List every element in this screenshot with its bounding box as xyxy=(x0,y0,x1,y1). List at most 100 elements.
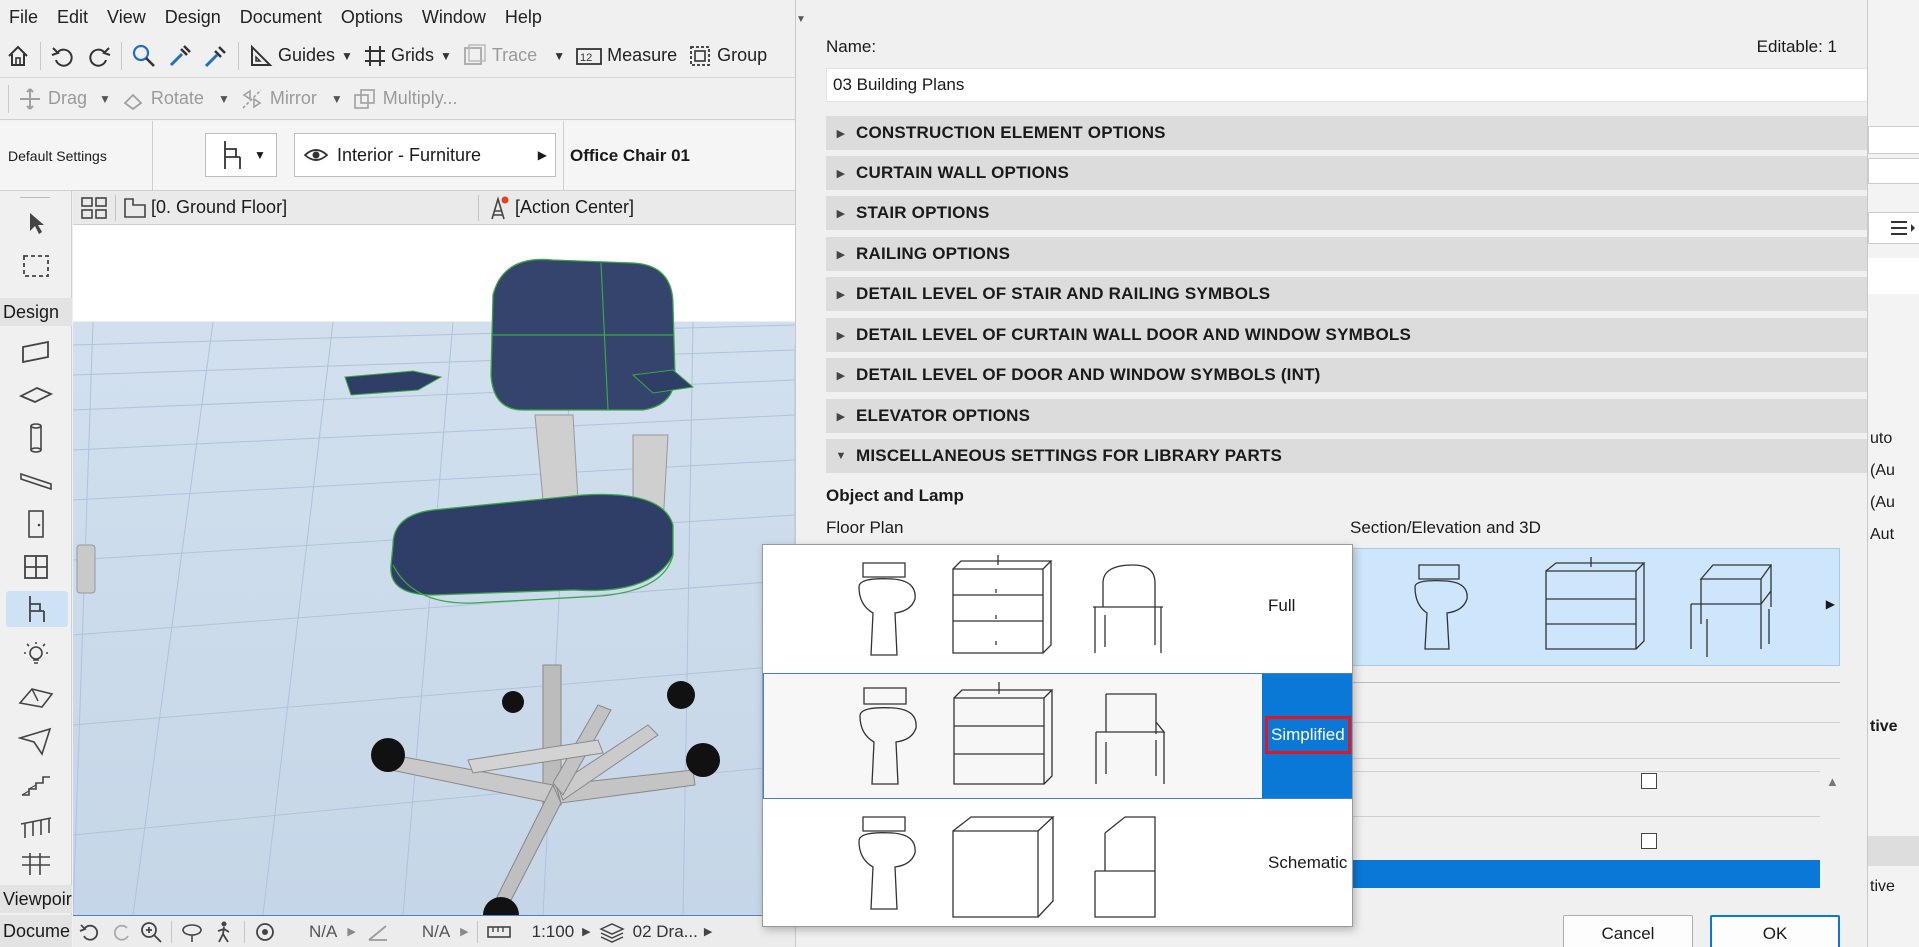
field[interactable] xyxy=(1868,126,1919,154)
trace-icon xyxy=(463,43,486,65)
shell-tool[interactable] xyxy=(16,723,56,759)
undo-button[interactable] xyxy=(45,39,81,73)
section-title: CONSTRUCTION ELEMENT OPTIONS xyxy=(856,123,1166,142)
3d-viewport[interactable] xyxy=(73,225,795,915)
caret-right-icon[interactable]: ▶ xyxy=(460,925,468,938)
group-button[interactable]: Group xyxy=(682,39,772,73)
design-toolbox-label[interactable]: Design xyxy=(0,298,72,326)
section-elevator-options[interactable]: ▶ ELEVATOR OPTIONS xyxy=(826,399,1874,433)
home-button[interactable] xyxy=(0,39,36,73)
guides-button[interactable]: Guides ▼ xyxy=(243,39,358,73)
window-tool[interactable] xyxy=(16,549,56,585)
arrow-tool[interactable] xyxy=(16,205,56,241)
grids-button[interactable]: Grids ▼ xyxy=(358,39,457,73)
redo-button[interactable] xyxy=(81,39,117,73)
menu-options[interactable]: Options xyxy=(341,7,403,28)
option-schematic[interactable]: Schematic xyxy=(763,801,1352,927)
trace-button[interactable]: Trace ▼ xyxy=(457,39,570,73)
lamp-tool[interactable] xyxy=(16,637,56,673)
layer-selector[interactable]: Interior - Furniture ▶ xyxy=(294,133,556,177)
section-title: RAILING OPTIONS xyxy=(856,244,1011,263)
menu-design[interactable]: Design xyxy=(165,7,221,28)
drag-button[interactable]: Drag ▼ xyxy=(13,82,116,116)
syringe-button[interactable] xyxy=(198,39,234,73)
caret-right-icon[interactable]: ▶ xyxy=(1826,597,1835,611)
field[interactable] xyxy=(1868,158,1919,184)
mirror-button[interactable]: Mirror ▼ xyxy=(235,82,348,116)
multiply-button[interactable]: Multiply... xyxy=(348,82,463,116)
orbit-icon[interactable] xyxy=(180,920,204,944)
stair-tool[interactable] xyxy=(16,767,56,803)
redo-zoom-icon[interactable] xyxy=(109,920,133,944)
roof-tool[interactable] xyxy=(16,377,56,413)
section-elevation-preview[interactable]: ▶ xyxy=(1350,548,1840,666)
caret-right-icon[interactable]: ▶ xyxy=(582,925,590,938)
scroll-up-icon[interactable]: ▲ xyxy=(1826,774,1839,789)
menu-document[interactable]: Document xyxy=(240,7,322,28)
zoom-in-icon[interactable] xyxy=(139,920,163,944)
mesh-tool[interactable] xyxy=(16,680,56,716)
tab-ground-floor[interactable]: [0. Ground Floor] xyxy=(122,196,472,220)
measure-button[interactable]: 12 Measure xyxy=(570,39,682,73)
railing-tool[interactable] xyxy=(16,810,56,846)
checkbox[interactable] xyxy=(1641,773,1657,789)
section-detail-level-curtain-wall-door-window[interactable]: ▶ DETAIL LEVEL OF CURTAIN WALL DOOR AND W… xyxy=(826,318,1874,352)
section-curtain-wall-options[interactable]: ▶ CURTAIN WALL OPTIONS xyxy=(826,156,1874,190)
ok-button[interactable]: OK xyxy=(1710,915,1840,947)
3d-scene[interactable] xyxy=(73,225,795,915)
walk-icon[interactable] xyxy=(212,920,236,944)
find-select-button[interactable] xyxy=(126,39,162,73)
section-detail-level-door-window-int[interactable]: ▶ DETAIL LEVEL OF DOOR AND WINDOW SYMBOLS… xyxy=(826,358,1874,392)
menu-file[interactable]: File xyxy=(9,7,38,28)
beam-tool[interactable] xyxy=(16,463,56,499)
viewport-handle[interactable] xyxy=(76,544,96,594)
separator xyxy=(1350,722,1840,723)
menu-help[interactable]: Help xyxy=(505,7,542,28)
viewpoint-toolbox-label[interactable]: Viewpoir xyxy=(0,885,72,913)
menu-view[interactable]: View xyxy=(107,7,146,28)
undo-zoom-icon[interactable] xyxy=(79,920,103,944)
object-tool[interactable] xyxy=(6,591,68,627)
floor-tab-label: [0. Ground Floor] xyxy=(151,197,288,217)
column-tool[interactable] xyxy=(16,420,56,456)
standard-toolbar: Guides ▼ Grids ▼ Trace ▼ 12 Measure Grou… xyxy=(0,34,795,78)
caret-down-icon[interactable]: ▼ xyxy=(254,148,266,162)
menu-button[interactable] xyxy=(1868,212,1919,244)
cancel-button[interactable]: Cancel xyxy=(1563,915,1693,947)
section-construction-element-options[interactable]: ▶ CONSTRUCTION ELEMENT OPTIONS xyxy=(826,116,1874,150)
object-settings-button[interactable]: ▼ xyxy=(205,133,277,177)
name-input[interactable]: 03 Building Plans xyxy=(826,68,1874,102)
document-toolbox-label[interactable]: Docume xyxy=(0,915,72,947)
beam-icon xyxy=(20,472,52,491)
selected-list-row[interactable] xyxy=(1350,860,1820,888)
caret-down-icon[interactable]: ▼ xyxy=(553,49,565,63)
caret-down-icon[interactable]: ▼ xyxy=(218,92,230,106)
scale-value[interactable]: 1:100 xyxy=(532,922,575,942)
option-full[interactable]: Full xyxy=(763,545,1352,671)
tab-action-center[interactable]: [Action Center] xyxy=(485,195,634,221)
caret-down-icon[interactable]: ▼ xyxy=(99,92,111,106)
section-miscellaneous-library-parts[interactable]: ▼ MISCELLANEOUS SETTINGS FOR LIBRARY PART… xyxy=(826,439,1874,473)
caret-down-icon[interactable]: ▼ xyxy=(331,92,343,106)
section-detail-level-stair-railing[interactable]: ▶ DETAIL LEVEL OF STAIR AND RAILING SYMBO… xyxy=(826,277,1874,311)
caret-right-icon[interactable]: ▶ xyxy=(347,925,355,938)
door-tool[interactable] xyxy=(16,506,56,542)
slab-tool[interactable] xyxy=(16,334,56,370)
eyedropper-button[interactable] xyxy=(162,39,198,73)
marquee-tool[interactable] xyxy=(16,248,56,284)
layer-combination-value[interactable]: 02 Dra... xyxy=(633,922,698,942)
section-railing-options[interactable]: ▶ RAILING OPTIONS xyxy=(826,237,1874,271)
option-simplified[interactable]: Simplified xyxy=(763,673,1352,799)
menu-window[interactable]: Window xyxy=(422,7,486,28)
caret-right-icon[interactable]: ▶ xyxy=(704,925,712,938)
undo-icon xyxy=(51,46,73,67)
section-stair-options[interactable]: ▶ STAIR OPTIONS xyxy=(826,196,1874,230)
rotate-button[interactable]: Rotate ▼ xyxy=(116,82,235,116)
checkbox[interactable] xyxy=(1641,833,1657,849)
menu-edit[interactable]: Edit xyxy=(57,7,88,28)
caret-down-icon[interactable]: ▼ xyxy=(341,49,353,63)
curtain-wall-tool[interactable] xyxy=(16,851,56,875)
view-grid-icon[interactable] xyxy=(79,196,109,220)
caret-down-icon[interactable]: ▼ xyxy=(440,49,452,63)
camera-settings-icon[interactable] xyxy=(253,920,277,944)
